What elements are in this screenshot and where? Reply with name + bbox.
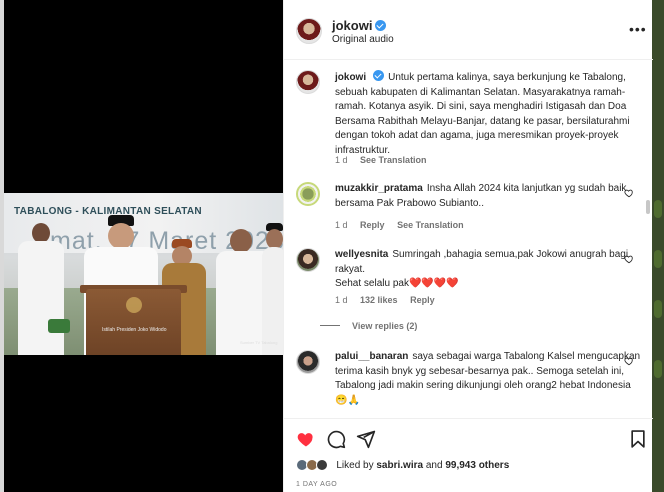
post-timestamp[interactable]: 1 DAY AGO bbox=[296, 481, 337, 488]
reply-button[interactable]: Reply bbox=[360, 220, 385, 230]
video-caption: Istilah Presiden Joko Widodo bbox=[102, 327, 167, 333]
likes-others-link[interactable]: 99,943 others bbox=[445, 460, 509, 471]
liker-avatar bbox=[315, 459, 328, 471]
audio-label[interactable]: Original audio bbox=[332, 34, 394, 45]
see-translation-button[interactable]: See Translation bbox=[360, 155, 427, 165]
heart-icon[interactable] bbox=[624, 356, 634, 366]
heart-icon[interactable] bbox=[296, 429, 316, 449]
video-frame[interactable]: TABALONG - KALIMANTAN SELATAN mat, 17 Ma… bbox=[4, 193, 283, 355]
commenter-avatar[interactable] bbox=[296, 248, 320, 272]
caption-meta: 1 d See Translation bbox=[335, 155, 437, 165]
caption-username[interactable]: jokowi bbox=[335, 72, 366, 83]
more-icon[interactable]: ••• bbox=[629, 22, 647, 36]
author-avatar-small[interactable] bbox=[296, 70, 320, 94]
comment-meta: 1 d Reply See Translation bbox=[335, 220, 464, 230]
podium-emblem bbox=[126, 297, 142, 313]
banner-title: TABALONG - KALIMANTAN SELATAN bbox=[14, 206, 202, 217]
caption-time: 1 d bbox=[335, 155, 348, 165]
bookmark-icon[interactable] bbox=[628, 429, 648, 449]
reply-button[interactable]: Reply bbox=[410, 295, 435, 305]
author-name[interactable]: jokowi bbox=[332, 17, 387, 35]
video-source: Sumber TV Tabalong bbox=[240, 340, 278, 345]
share-icon[interactable] bbox=[356, 429, 376, 449]
likes-summary[interactable]: Liked by sabri.wira and 99,943 others bbox=[296, 459, 509, 471]
scrollbar[interactable] bbox=[646, 200, 650, 214]
comment-text-line2: Sehat selalu pak❤️❤️❤️❤️ bbox=[335, 278, 459, 289]
comments-list[interactable]: jokowi Untuk pertama kalinya, saya berkun… bbox=[284, 60, 653, 418]
commenter-avatar[interactable] bbox=[296, 182, 320, 206]
event-logo bbox=[48, 319, 70, 333]
post-media[interactable]: TABALONG - KALIMANTAN SELATAN mat, 17 Ma… bbox=[4, 0, 283, 492]
liked-by-username[interactable]: sabri.wira bbox=[376, 460, 423, 471]
author-avatar[interactable] bbox=[296, 18, 322, 44]
likes-count[interactable]: 132 likes bbox=[360, 295, 398, 305]
post-actions: Liked by sabri.wira and 99,943 others 1 … bbox=[284, 418, 653, 492]
comment-meta: 1 d 132 likes Reply bbox=[335, 295, 435, 305]
caption-text: Untuk pertama kalinya, saya berkunjung k… bbox=[335, 72, 630, 156]
heart-icon[interactable] bbox=[624, 188, 634, 198]
see-translation-button[interactable]: See Translation bbox=[397, 220, 464, 230]
commenter-avatar[interactable] bbox=[296, 350, 320, 374]
verified-icon bbox=[375, 20, 387, 31]
commenter-username[interactable]: muzakkir_pratama bbox=[335, 183, 423, 194]
verified-icon bbox=[373, 70, 385, 81]
heart-icon[interactable] bbox=[624, 254, 634, 264]
post-header: jokowi Original audio ••• bbox=[284, 0, 653, 60]
background-foliage bbox=[652, 0, 664, 492]
view-replies-button[interactable]: View replies (2) bbox=[320, 321, 417, 331]
commenter-username[interactable]: palui__banaran bbox=[335, 351, 408, 362]
comment-icon[interactable] bbox=[326, 429, 346, 449]
post-panel: jokowi Original audio ••• jokowi Untuk pe… bbox=[283, 0, 653, 492]
commenter-username[interactable]: wellyesnita bbox=[335, 249, 388, 260]
